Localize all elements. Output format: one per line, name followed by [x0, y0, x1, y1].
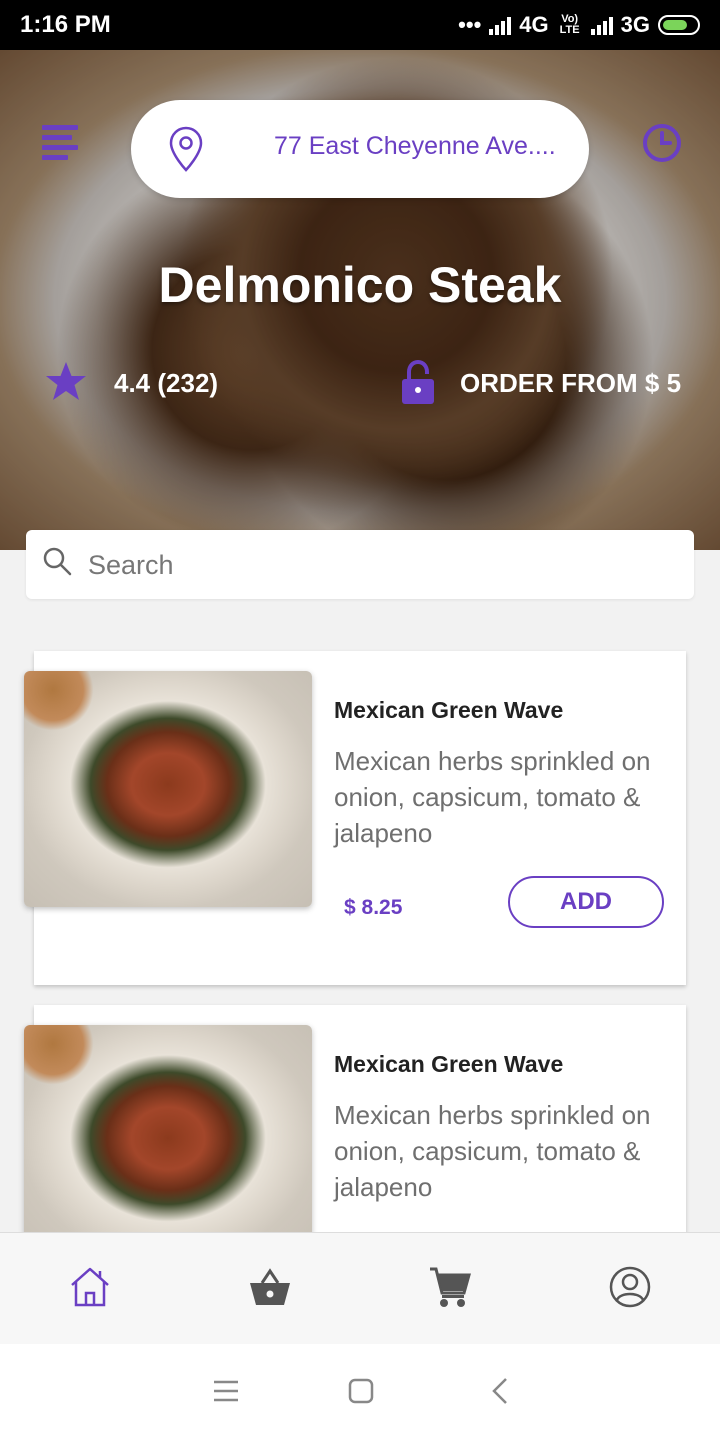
search-icon: [43, 547, 72, 576]
item-description: Mexican herbs sprinkled on onion, capsic…: [334, 1100, 651, 1202]
add-button[interactable]: ADD: [508, 876, 664, 928]
home-button-icon[interactable]: [346, 1376, 376, 1406]
lock-icon: [402, 360, 434, 404]
signal-icon-2: [590, 15, 613, 35]
network-3g-label: 3G: [620, 12, 650, 37]
more-dots-icon: •••: [458, 12, 482, 37]
signal-icon: [489, 15, 512, 35]
network-4g-label: 4G: [519, 12, 549, 37]
food-image: [24, 671, 312, 907]
rating-text: 4.4 (232): [114, 368, 219, 398]
item-name: Mexican Green Wave: [334, 1051, 564, 1077]
minimum-order-text: ORDER FROM $ 5: [460, 368, 682, 398]
back-icon[interactable]: [486, 1376, 516, 1406]
item-price: $ 8.25: [344, 896, 403, 919]
search-input[interactable]: [86, 540, 680, 590]
menu-item-card[interactable]: Mexican Green Wave Mexican herbs sprinkl…: [24, 651, 686, 985]
address-selector[interactable]: 77 East Cheyenne Ave....: [131, 100, 589, 198]
clock-icon[interactable]: [642, 123, 682, 163]
status-indicators: ••• 4G Vo) LTE 3G: [458, 12, 700, 38]
food-image: [24, 1025, 312, 1261]
system-navigation-bar: [0, 1344, 720, 1440]
restaurant-meta: 4.4 (232) ORDER FROM $ 5: [44, 360, 684, 406]
home-icon[interactable]: [68, 1265, 112, 1309]
bottom-navigation: [0, 1232, 720, 1345]
address-text: 77 East Cheyenne Ave....: [274, 132, 556, 160]
menu-icon[interactable]: [42, 125, 78, 160]
item-description: Mexican herbs sprinkled on onion, capsic…: [334, 746, 651, 848]
status-time: 1:16 PM: [20, 11, 111, 38]
location-pin-icon: [169, 126, 203, 172]
star-icon: [46, 362, 86, 400]
item-name: Mexican Green Wave: [334, 697, 564, 723]
basket-icon[interactable]: [248, 1265, 292, 1309]
restaurant-name: Delmonico Steak: [158, 257, 562, 313]
battery-icon: [658, 15, 700, 35]
profile-icon[interactable]: [608, 1265, 652, 1309]
volte-label: Vo) LTE: [559, 13, 580, 36]
cart-icon[interactable]: [428, 1265, 472, 1309]
recent-apps-icon[interactable]: [211, 1376, 241, 1406]
search-bar[interactable]: [26, 530, 694, 599]
status-bar: 1:16 PM ••• 4G Vo) LTE 3G: [0, 0, 720, 50]
